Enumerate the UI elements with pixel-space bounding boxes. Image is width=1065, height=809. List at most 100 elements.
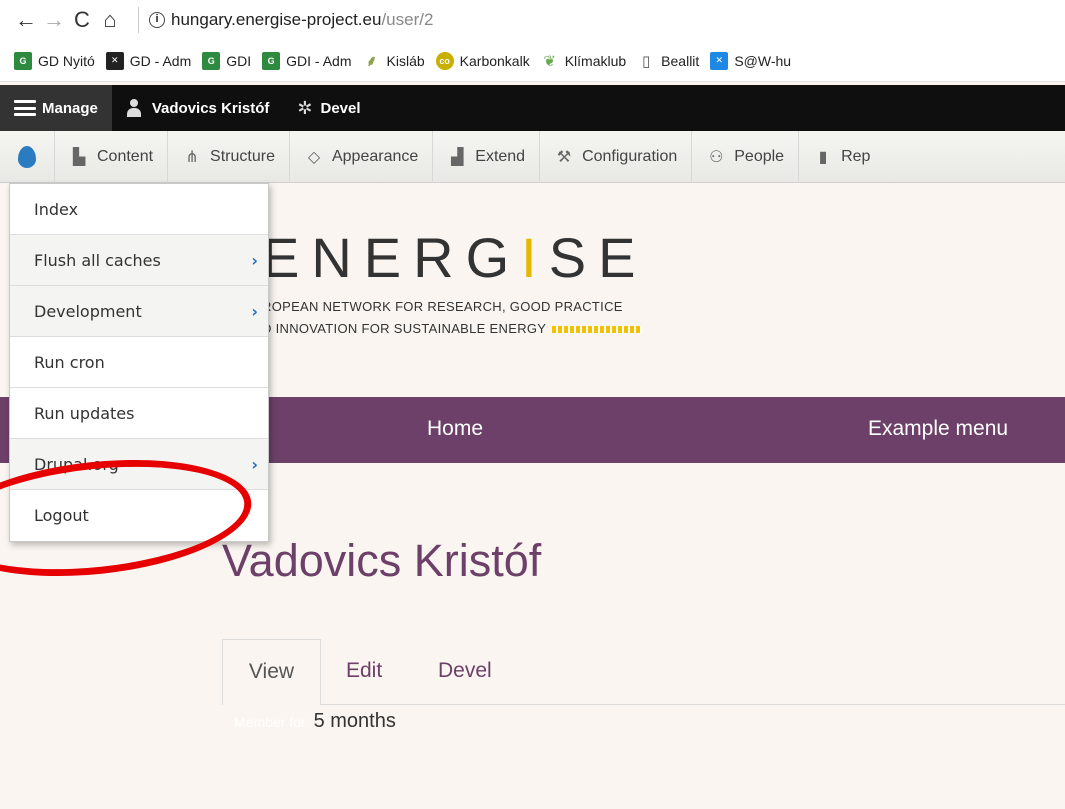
chevron-right-icon[interactable]: › [251,302,258,321]
bookmark-kislab[interactable]: ⸙ Kisláb [363,52,425,70]
bar-chart-icon: ▮ [818,148,828,166]
bookmark-beallit[interactable]: ▯ Beallit [637,52,699,70]
manage-button[interactable]: Manage [0,85,112,131]
gear-icon: ✲ [297,97,313,118]
toolbar-tray: ▙ Content ⋔ Structure ◇ Appearance ▟ Extend … [0,130,1065,183]
info-icon[interactable]: i [149,12,165,28]
tray-item-content[interactable]: ▙ Content [55,130,169,183]
manage-label: Manage [42,99,98,117]
devel-button[interactable]: ✲ Devel [283,85,374,131]
local-tasks-tabs: View Edit Devel [222,639,1065,705]
tray-label: Rep [841,147,871,165]
file-icon: ▙ [72,148,86,166]
co2-icon: co [435,51,454,70]
bookmark-saw-hu[interactable]: ✕ S@W-hu [710,51,792,70]
tray-item-appearance[interactable]: ◇ Appearance [290,130,434,183]
back-icon[interactable]: ← [12,7,40,33]
menu-item-label: Development [34,301,142,321]
gd-icon: G [14,51,32,70]
saw-icon: ✕ [710,51,729,70]
tab-devel[interactable]: Devel [438,639,492,705]
joomla-icon: ✕ [105,51,124,70]
nav-example-menu-link[interactable]: Example menu [868,417,1008,441]
chevron-right-icon[interactable]: › [251,455,258,474]
gd-icon: G [202,51,221,70]
bookmark-gdi[interactable]: G GDI [202,51,252,70]
puzzle-icon: ▟ [451,148,464,166]
tray-item-configuration[interactable]: ⚒ Configuration [540,130,693,183]
bookmark-label: S@W-hu [734,52,792,69]
tray-item-people[interactable]: ⚇ People [692,130,800,183]
user-label: Vadovics Kristóf [151,99,270,117]
tab-view[interactable]: View [222,639,321,705]
bookmarks-bar: G GD Nyitó ✕ GD - Adm G GDI G GDI - Adm ⸙ Kis… [0,40,1065,82]
tray-item-extend[interactable]: ▟ Extend [433,130,541,183]
menu-item-run-cron[interactable]: Run cron [10,337,268,388]
bookmark-label: Klímaklub [564,52,627,69]
url-path: /user/2 [381,10,434,29]
logo-bar-decoration [552,326,643,334]
tagline-line-2: D INNOVATION FOR SUSTAINABLE ENERGY [262,321,547,336]
tagline-line-1: ROPEAN NETWORK FOR RESEARCH, GOOD PRACTI… [262,299,623,314]
tray-item-reports[interactable]: ▮ Rep [799,131,884,183]
brush-icon: ◇ [307,148,321,166]
menu-item-development[interactable]: Development › [10,286,268,337]
user-icon [126,99,142,117]
tray-label: Configuration [582,147,678,165]
bookmark-label: GDI - Adm [286,52,352,69]
member-for-field: Member for 5 months [234,710,396,733]
tray-label: Content [97,147,154,165]
bookmark-gd-nyito[interactable]: G GD Nyitó [14,51,95,70]
logo-tagline: ROPEAN NETWORK FOR RESEARCH, GOOD PRACTI… [262,296,647,340]
menu-item-label: Run updates [34,403,135,423]
forward-icon[interactable]: → [40,7,68,33]
member-for-label: Member for [234,714,306,730]
tray-item-structure[interactable]: ⋔ Structure [168,130,290,183]
bookmark-label: GD - Adm [129,52,192,69]
wrench-icon: ⚒ [556,148,572,166]
home-icon[interactable]: ⌂ [96,7,124,33]
browser-address-bar: ← → C ⌂ i hungary.energise-project.eu/us… [0,0,1065,40]
menu-item-label: Index [34,199,79,219]
url-field[interactable]: i hungary.energise-project.eu/user/2 [138,7,433,33]
leaf-icon: ❦ [543,52,556,70]
bookmark-klimaklub[interactable]: ❦ Klímaklub [541,52,626,70]
menu-item-run-updates[interactable]: Run updates [10,388,268,439]
menu-item-label: Run cron [34,352,105,372]
nav-home-link[interactable]: Home [427,417,483,441]
gd-icon: G [262,51,281,70]
drupal-home-button[interactable] [0,130,55,183]
bookmark-karbonkalk[interactable]: co Karbonkalk [435,51,530,70]
tray-label: Structure [210,147,275,165]
logo-wordmark: ENERGISE [262,226,648,289]
menu-item-flush-all-caches[interactable]: Flush all caches › [10,235,268,286]
menu-item-label: Flush all caches [34,250,161,270]
user-button[interactable]: Vadovics Kristóf [112,85,284,131]
tray-label: Appearance [331,147,419,165]
chevron-right-icon[interactable]: › [251,251,258,270]
admin-toolbar: Manage Vadovics Kristóf ✲ Devel [0,85,1065,131]
bookmark-label: Karbonkalk [459,52,530,69]
tray-label: Extend [475,147,526,165]
sitemap-icon: ⋔ [185,148,199,166]
bookmark-gd-adm[interactable]: ✕ GD - Adm [105,51,192,70]
bookmark-label: GD Nyitó [38,52,95,69]
footprint-icon: ⸙ [365,52,378,70]
url-host: hungary.energise-project.eu [171,10,382,29]
site-logo[interactable]: ENERGISE ROPEAN NETWORK FOR RESEARCH, GO… [262,225,647,340]
page-icon: ▯ [642,52,651,70]
tray-label: People [734,147,785,165]
bookmark-label: Kisláb [386,52,425,69]
bookmark-gdi-adm[interactable]: G GDI - Adm [262,51,352,70]
member-for-value: 5 months [313,710,396,732]
devel-label: Devel [320,99,361,117]
hamburger-icon [14,100,36,116]
menu-item-index[interactable]: Index [10,184,268,235]
bookmark-label: GDI [226,52,252,69]
tab-edit[interactable]: Edit [346,639,382,705]
drupal-icon [18,145,36,168]
bookmark-label: Beallit [661,52,700,69]
reload-icon[interactable]: C [68,7,96,33]
page-title: Vadovics Kristóf [222,535,542,586]
people-icon: ⚇ [709,148,724,166]
